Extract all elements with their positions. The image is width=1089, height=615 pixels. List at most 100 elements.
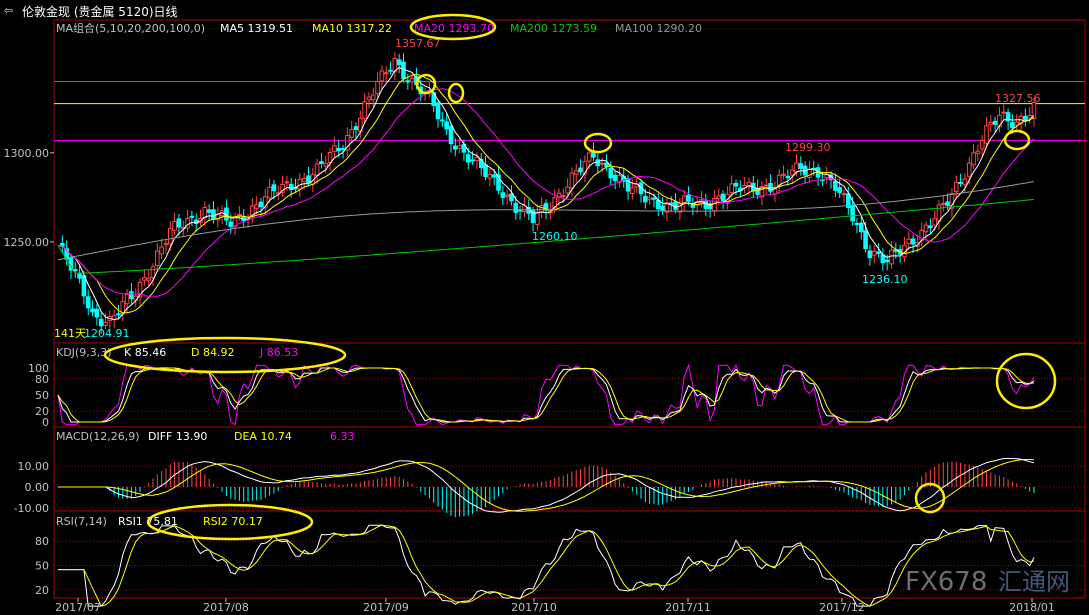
macd-legend-macd: 6.33 [330, 430, 355, 443]
candle-body [142, 277, 147, 281]
candle-body [673, 201, 678, 210]
candle-body [383, 72, 389, 75]
candle-body [975, 150, 981, 154]
price-legend-3: MA20 1293.70 [414, 22, 494, 35]
candle-body [703, 200, 709, 209]
candle-body [798, 163, 804, 169]
candle-body [98, 318, 104, 327]
candle-body [928, 225, 933, 229]
candle-body [176, 218, 182, 228]
candle-body [884, 259, 890, 263]
candle-body [457, 145, 462, 149]
kdj-ytick-label: 50 [35, 389, 49, 402]
candle-body [405, 80, 411, 83]
oct-low-label: 1260.10 [532, 230, 578, 243]
panel-frame-macd [53, 426, 1086, 512]
candle-body [491, 174, 497, 178]
candle-body [85, 296, 91, 309]
candle-body [785, 175, 791, 179]
price-legend-2: MA10 1317.22 [312, 22, 392, 35]
candle-body [237, 213, 242, 216]
candle-body [271, 184, 277, 192]
candle-body [483, 164, 488, 178]
candle-body [712, 198, 717, 212]
price-legend-5: MA100 1290.20 [615, 22, 702, 35]
kdj-cross-circle [995, 352, 1057, 410]
candle-body [284, 181, 290, 184]
kdj-legend-0: KDJ(9,3,3) [56, 346, 112, 359]
candle-body [560, 195, 566, 198]
candle-body [465, 154, 471, 163]
candle-body [910, 238, 916, 245]
candle-body [258, 201, 264, 208]
candle-body [370, 94, 376, 101]
candle-body [945, 201, 950, 207]
candle-body [504, 194, 510, 197]
candle-body [150, 266, 156, 278]
macd-ytick-label: 10.00 [18, 460, 50, 473]
rsi-ytick-label: 20 [35, 584, 49, 597]
candle-body [327, 151, 333, 163]
x-axis-label: 2017/12 [819, 601, 865, 614]
candle-body [116, 313, 121, 316]
candle-body [858, 222, 864, 233]
candle-body [906, 238, 912, 244]
candle-body [565, 186, 570, 194]
candles-group [60, 52, 1037, 334]
candle-body [163, 242, 169, 246]
candle-body [573, 170, 579, 175]
stock-chart[interactable]: 1300.00 1250.00 MA组合(5,10,20,200,100,0) MA5… [0, 0, 1089, 615]
candle-body [474, 157, 480, 162]
candle-body [1027, 115, 1032, 119]
candle-body [470, 159, 475, 162]
candle-body [453, 145, 458, 150]
candle-body [936, 204, 942, 222]
candle-body [487, 173, 493, 179]
candle-body [444, 121, 449, 130]
candle-body [781, 173, 786, 176]
kdj-d-line [57, 367, 1035, 423]
candle-body [586, 152, 592, 162]
candle-body [72, 268, 78, 272]
candle-body [966, 162, 972, 177]
candle-body [643, 195, 648, 203]
candle-body [850, 204, 855, 222]
candle-body [681, 195, 687, 204]
days-count-label: 141天 [54, 327, 86, 340]
candle-body [319, 161, 324, 164]
rsi-legend-rsi2: RSI2 70.17 [203, 515, 263, 528]
candle-body [435, 102, 441, 120]
candle-body [124, 293, 130, 305]
kdj-legend-k: K 85.46 [124, 346, 166, 359]
kdj-legend-j: J 86.53 [259, 346, 298, 359]
candle-body [1001, 111, 1007, 114]
candle-body [923, 224, 929, 233]
candle-body [288, 183, 294, 191]
candle-body [211, 209, 216, 220]
x-axis-label: 2017/09 [363, 601, 409, 614]
price-ytick-label: 1300.00 [4, 147, 50, 160]
candle-body [953, 181, 959, 193]
candle-body [539, 204, 544, 213]
candle-body [129, 291, 134, 300]
candle-body [366, 96, 372, 101]
panel-frame-price [53, 19, 1086, 344]
candle-body [569, 172, 575, 189]
dec-low-label: 1236.10 [862, 273, 908, 286]
rsi-ytick-label: 80 [35, 535, 49, 548]
candle-body [833, 180, 838, 191]
candle-body [448, 126, 454, 145]
candle-body [306, 175, 311, 184]
candle-body [301, 178, 307, 182]
candle-body [889, 249, 894, 265]
candle-body [867, 250, 873, 259]
candle-body [267, 186, 272, 199]
candle-body [401, 61, 406, 80]
candle-body [323, 162, 329, 167]
candle-body [517, 209, 523, 212]
highlight-circle-2 [583, 132, 613, 154]
candle-body [202, 206, 208, 219]
candle-body [396, 59, 402, 66]
x-axis-label: 2017/08 [203, 601, 249, 614]
candle-body [254, 204, 259, 209]
